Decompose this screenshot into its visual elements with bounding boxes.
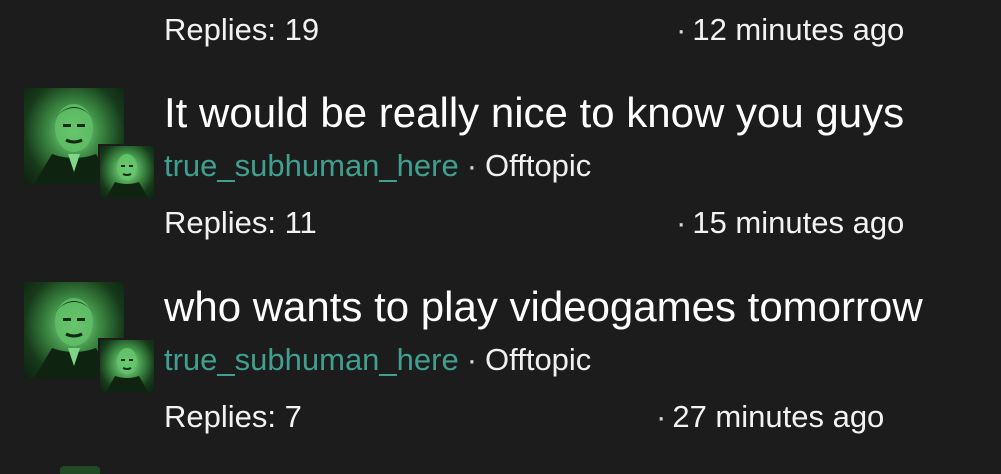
replies-count: Replies: 7 xyxy=(164,399,302,434)
thread-title[interactable]: It would be really nice to know you guys xyxy=(164,88,904,138)
timestamp-text: 27 minutes ago xyxy=(672,399,885,434)
thread-subline: true_subhuman_here · Offtopic xyxy=(164,146,591,186)
thread-subline: true_subhuman_here · Offtopic xyxy=(164,340,591,380)
user-avatar[interactable] xyxy=(98,338,156,394)
replies-count: Replies: 11 xyxy=(164,205,317,240)
separator-dot: · xyxy=(466,342,478,377)
replies-count: Replies: 19 xyxy=(164,12,320,47)
timestamp-text: 12 minutes ago xyxy=(692,12,905,47)
small-portrait-avatar-icon xyxy=(106,154,148,198)
thread-meta: Replies: 11 · 15 minutes ago xyxy=(164,203,924,243)
username-link[interactable]: true_subhuman_here xyxy=(164,342,459,377)
separator-dot: · xyxy=(676,12,687,47)
thread-title[interactable]: who wants to play videogames tomorrow xyxy=(164,282,923,332)
small-portrait-avatar-icon xyxy=(106,348,148,392)
separator-dot: · xyxy=(676,205,687,240)
thread-meta: Replies: 7 · 27 minutes ago xyxy=(164,397,924,437)
separator-dot: · xyxy=(466,148,478,183)
timestamp: · 12 minutes ago xyxy=(676,10,904,50)
timestamp-text: 15 minutes ago xyxy=(692,205,905,240)
user-avatar[interactable] xyxy=(98,144,156,200)
next-avatar-edge xyxy=(60,466,100,474)
username-link[interactable]: true_subhuman_here xyxy=(164,148,459,183)
timestamp: · 15 minutes ago xyxy=(676,203,904,243)
thread-feed: Replies: 19 · 12 minutes ago It would be… xyxy=(0,0,1001,474)
category-label[interactable]: Offtopic xyxy=(485,342,591,377)
previous-thread-meta: Replies: 19 · 12 minutes ago xyxy=(164,10,924,50)
category-label[interactable]: Offtopic xyxy=(485,148,591,183)
timestamp: · 27 minutes ago xyxy=(656,397,884,437)
separator-dot: · xyxy=(656,399,667,434)
